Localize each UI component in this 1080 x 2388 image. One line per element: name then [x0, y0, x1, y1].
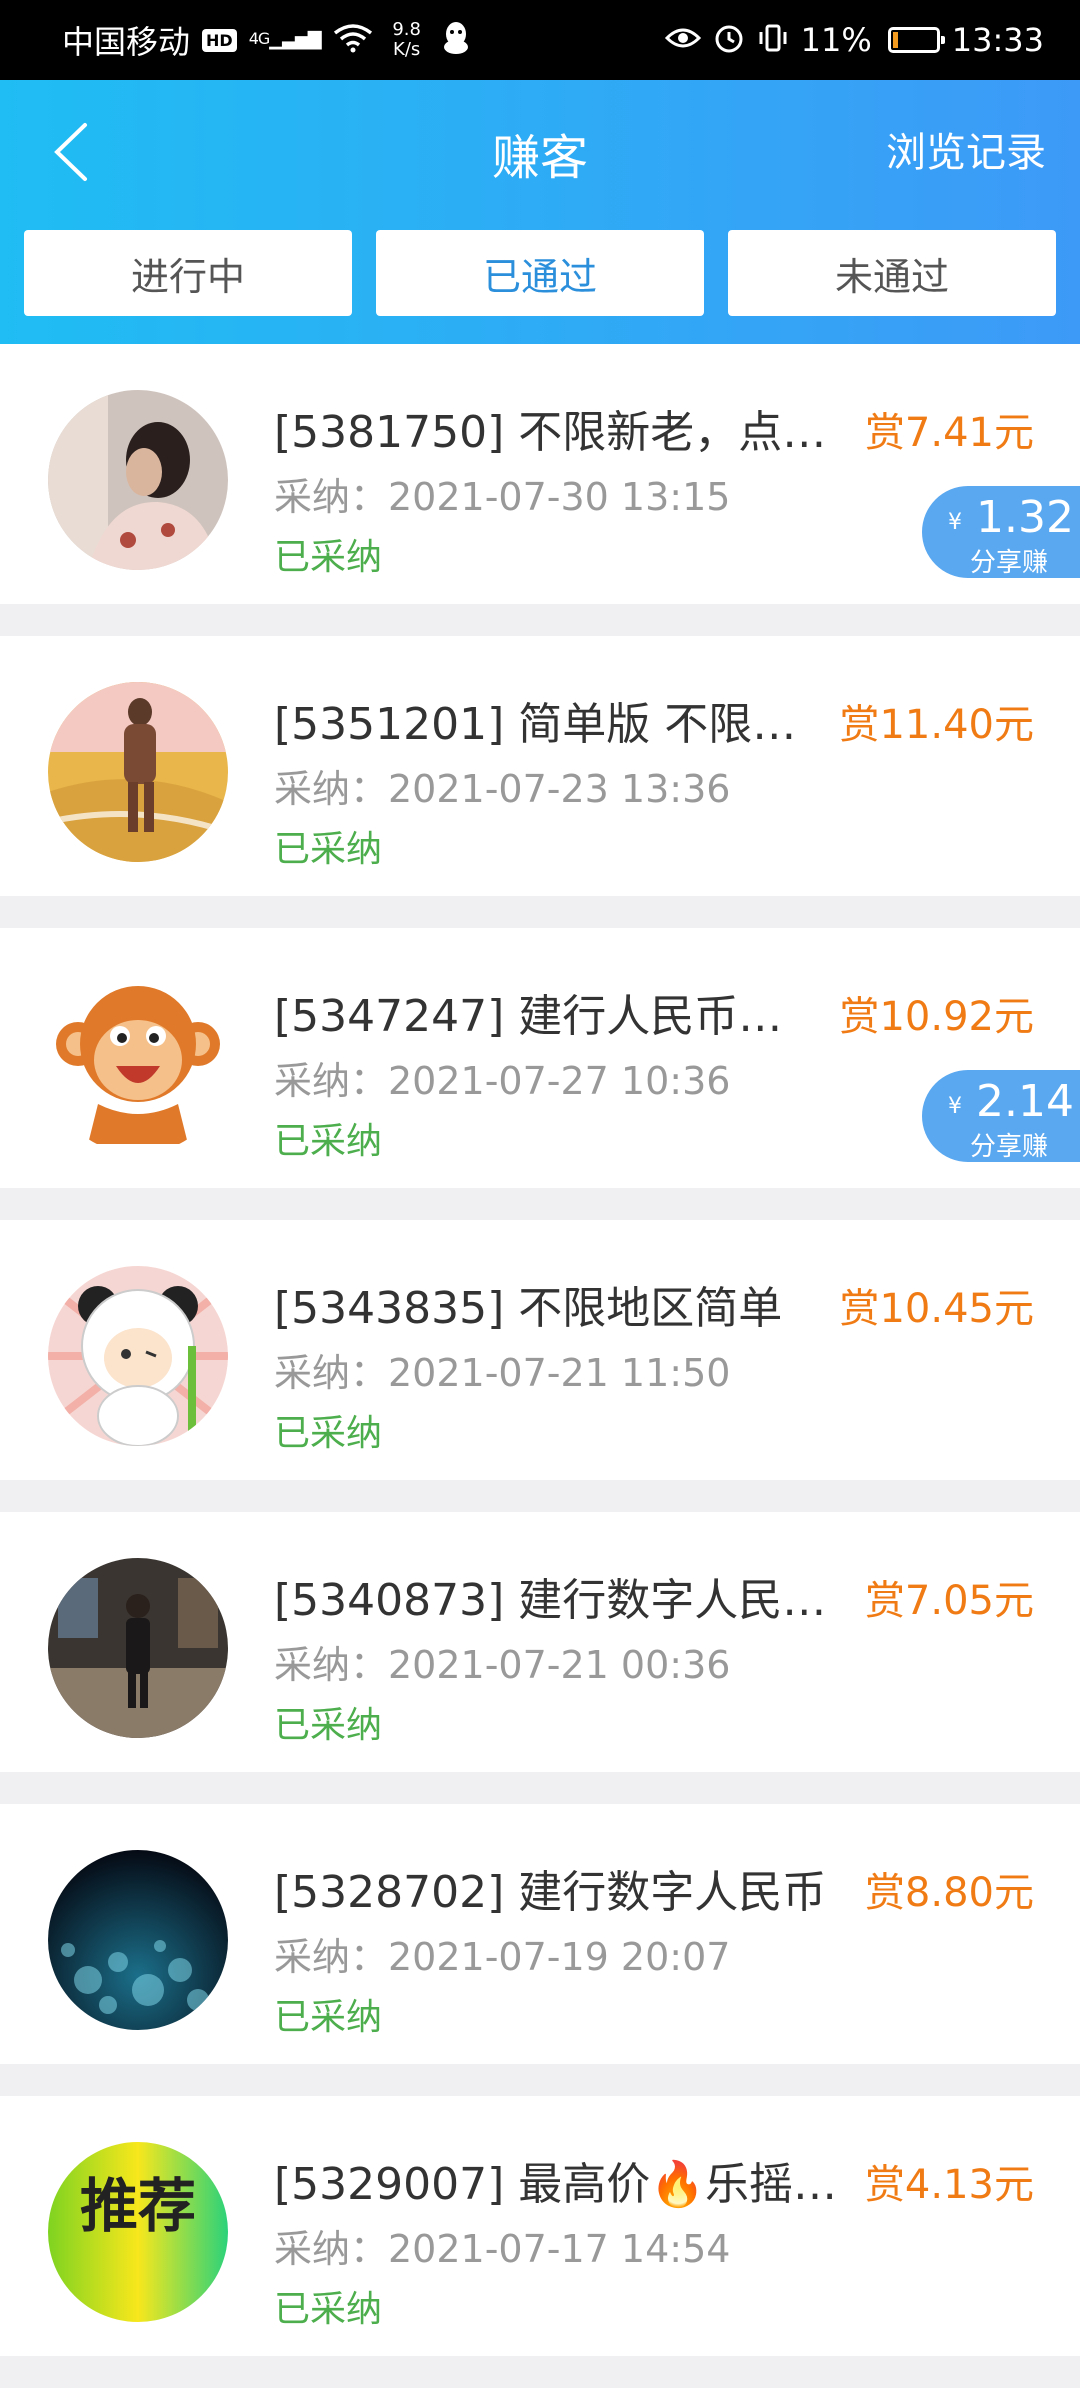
list-item[interactable]: [5343835] 不限地区简单 赏10.45元 采纳：2021-07-21 1… — [0, 1220, 1080, 1480]
yen-symbol: ¥ — [948, 1094, 962, 1119]
alarm-icon — [713, 22, 745, 58]
share-earn-button[interactable]: ¥ 2.14 分享赚 — [922, 1070, 1080, 1162]
cellular-signal-icon: 4G▁▃▅▇ — [248, 29, 322, 50]
item-title: [5347247] 建行人民币… — [274, 991, 783, 1042]
status-label: 已采纳 — [274, 1997, 383, 2038]
avatar — [48, 974, 228, 1154]
adopted-date: 采纳：2021-07-27 10:36 — [274, 1059, 731, 1103]
item-title: [5328702] 建行数字人民币 — [274, 1867, 827, 1918]
share-earn-button[interactable]: ¥ 1.32 分享赚 — [922, 486, 1080, 578]
list-item[interactable]: [5351201] 简单版 不限… 赏11.40元 采纳：2021-07-23 … — [0, 636, 1080, 896]
header: 赚客 浏览记录 进行中 已通过 未通过 — [0, 80, 1080, 344]
tab-approved[interactable]: 已通过 — [376, 230, 704, 316]
item-title: [5351201] 简单版 不限… — [274, 699, 797, 750]
recommend-text: 推荐 — [80, 2172, 196, 2240]
item-title: [5329007] 最高价🔥乐摇… — [274, 2159, 838, 2210]
share-amount: 2.14 — [976, 1076, 1074, 1127]
battery-percent: 11% — [800, 21, 872, 59]
status-bar-left: 中国移动 HD 4G▁▃▅▇ 9.8 K/s — [62, 17, 471, 63]
monkey-avatar-icon — [48, 974, 228, 1154]
avatar: 推荐 — [48, 2142, 228, 2322]
browse-history-button[interactable]: 浏览记录 — [886, 120, 1046, 178]
status-bar-right: 11% 13:33 — [664, 21, 1044, 59]
list-item[interactable]: [5347247] 建行人民币… 赏10.92元 采纳：2021-07-27 1… — [0, 928, 1080, 1188]
reward-amount: 赏10.92元 — [839, 994, 1034, 1040]
reward-amount: 赏7.41元 — [864, 410, 1034, 456]
avatar — [48, 1266, 228, 1446]
reward-amount: 赏10.45元 — [839, 1286, 1034, 1332]
vibrate-icon — [757, 22, 789, 58]
list-item[interactable]: 推荐 [5329007] 最高价🔥乐摇… 赏4.13元 采纳：2021-07-1… — [0, 2096, 1080, 2356]
status-label: 已采纳 — [274, 829, 383, 870]
eye-icon — [664, 26, 701, 54]
list-item[interactable]: [5340873] 建行数字人民… 赏7.05元 采纳：2021-07-21 0… — [0, 1512, 1080, 1772]
status-label: 已采纳 — [274, 537, 383, 578]
status-label: 已采纳 — [274, 1705, 383, 1746]
tab-bar: 进行中 已通过 未通过 — [24, 230, 1056, 316]
item-title: [5343835] 不限地区简单 — [274, 1283, 783, 1334]
network-speed-unit: K/s — [393, 39, 421, 60]
avatar — [48, 1850, 228, 2030]
adopted-date: 采纳：2021-07-21 00:36 — [274, 1643, 731, 1687]
wifi-icon — [333, 23, 373, 57]
share-label: 分享赚 — [970, 1132, 1049, 1162]
reward-amount: 赏4.13元 — [864, 2162, 1034, 2208]
photo-avatar-beach-icon — [48, 682, 228, 862]
status-label: 已采纳 — [274, 2289, 383, 2330]
photo-avatar-mall-icon — [48, 1558, 228, 1738]
reward-amount: 赏11.40元 — [839, 702, 1034, 748]
share-amount: 1.32 — [976, 492, 1074, 543]
hd-badge: HD — [202, 28, 237, 52]
qq-icon — [441, 21, 471, 59]
item-title: [5381750] 不限新老，点… — [274, 407, 827, 458]
reward-amount: 赏7.05元 — [864, 1578, 1034, 1624]
bokeh-avatar-icon — [48, 1850, 228, 2030]
avatar — [48, 682, 228, 862]
status-label: 已采纳 — [274, 1121, 383, 1162]
task-list: [5381750] 不限新老，点… 赏7.41元 采纳：2021-07-30 1… — [0, 344, 1080, 2388]
clock-time: 13:33 — [951, 21, 1044, 59]
adopted-date: 采纳：2021-07-30 13:15 — [274, 475, 731, 519]
status-bar: 中国移动 HD 4G▁▃▅▇ 9.8 K/s 11% 13:33 — [0, 0, 1080, 80]
share-label: 分享赚 — [970, 548, 1049, 578]
network-speed: 9.8 K/s — [385, 20, 429, 60]
item-title: [5340873] 建行数字人民… — [274, 1575, 827, 1626]
tab-in-progress[interactable]: 进行中 — [24, 230, 352, 316]
list-item[interactable]: [5381750] 不限新老，点… 赏7.41元 采纳：2021-07-30 1… — [0, 344, 1080, 604]
avatar — [48, 390, 228, 570]
adopted-date: 采纳：2021-07-23 13:36 — [274, 767, 731, 811]
network-type: 4G — [248, 29, 271, 48]
network-speed-value: 9.8 — [392, 19, 421, 40]
panda-avatar-icon — [48, 1266, 228, 1446]
carrier-name: 中国移动 — [62, 23, 191, 61]
avatar — [48, 1558, 228, 1738]
battery-icon — [887, 27, 945, 53]
list-item[interactable]: [5328702] 建行数字人民币 赏8.80元 采纳：2021-07-19 2… — [0, 1804, 1080, 2064]
reward-amount: 赏8.80元 — [864, 1870, 1034, 1916]
adopted-date: 采纳：2021-07-21 11:50 — [274, 1351, 731, 1395]
yen-symbol: ¥ — [948, 510, 962, 535]
photo-avatar-woman-icon — [48, 390, 228, 570]
adopted-date: 采纳：2021-07-19 20:07 — [274, 1935, 731, 1979]
recommend-avatar-icon: 推荐 — [48, 2142, 228, 2322]
tab-rejected[interactable]: 未通过 — [728, 230, 1056, 316]
adopted-date: 采纳：2021-07-17 14:54 — [274, 2227, 731, 2271]
status-label: 已采纳 — [274, 1413, 383, 1454]
